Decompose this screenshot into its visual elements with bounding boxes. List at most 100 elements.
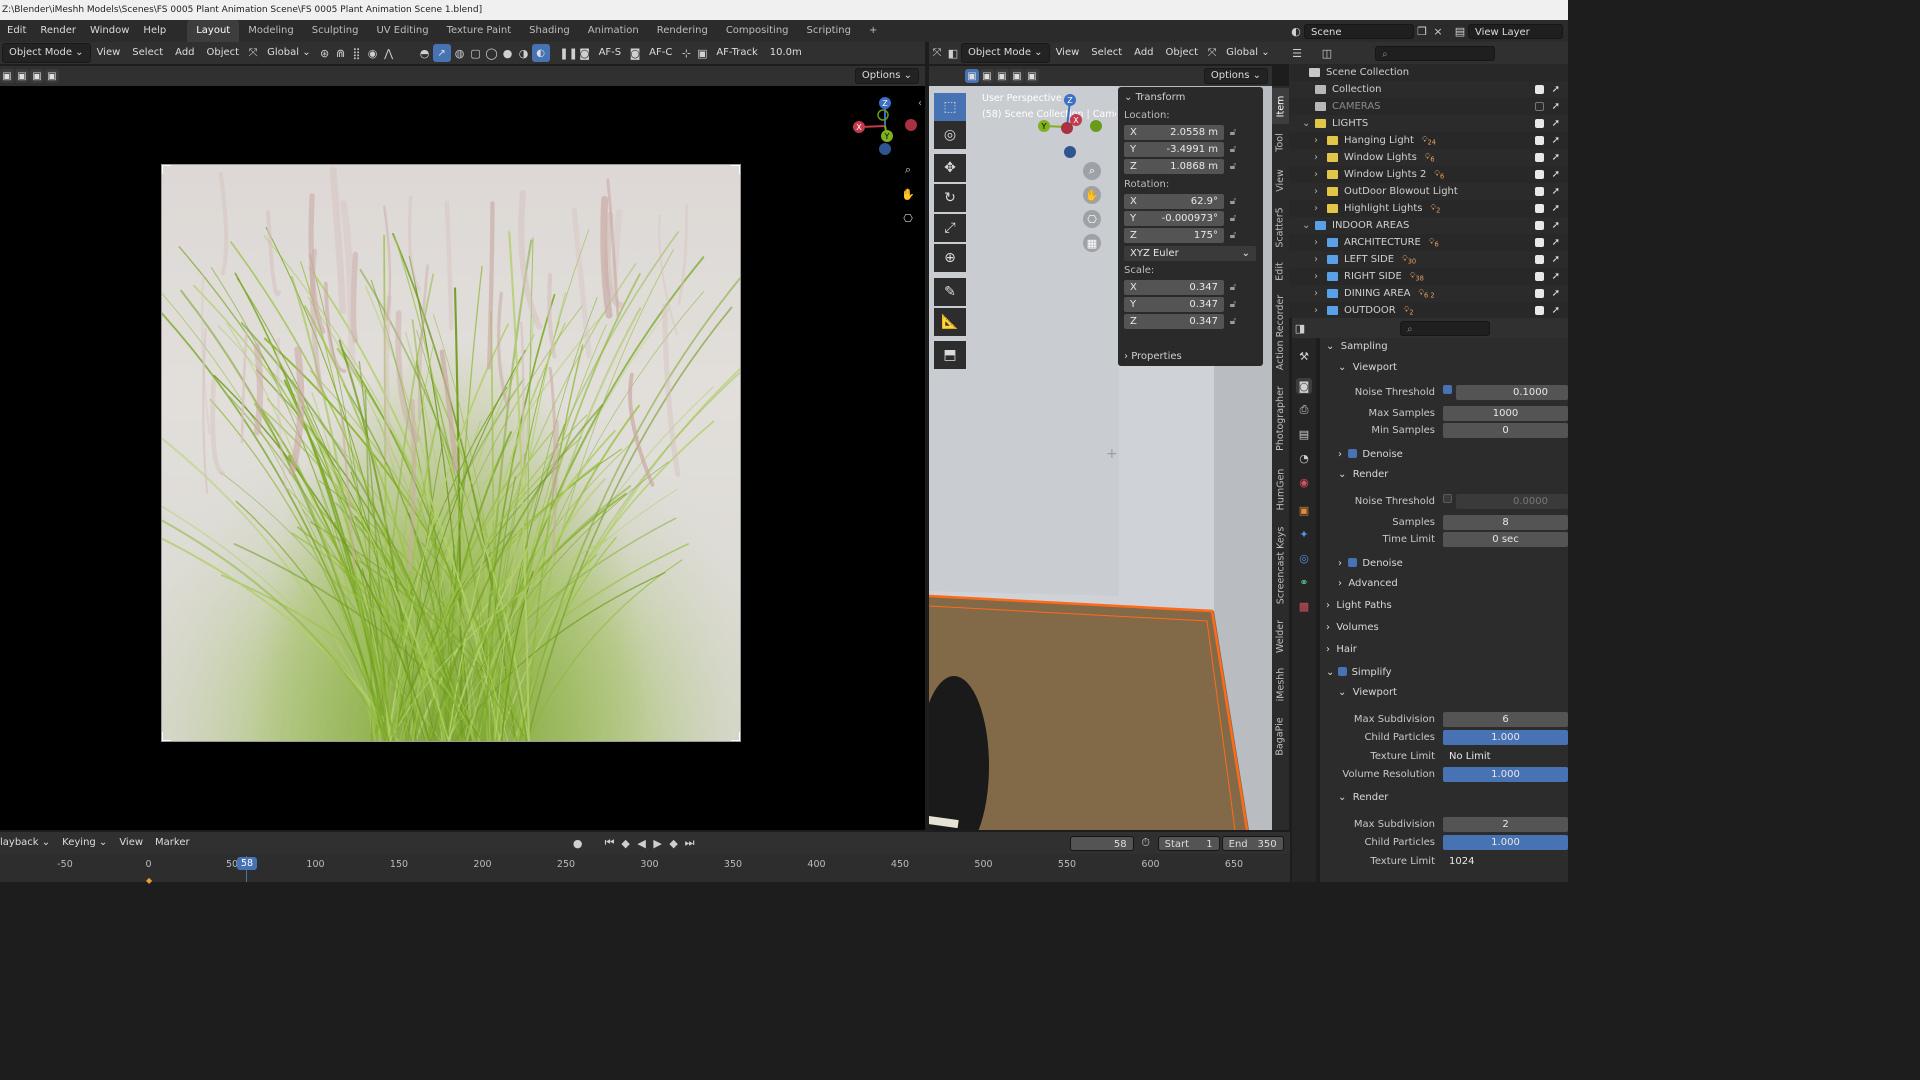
selectable-arrow-icon[interactable]: ➚ (1552, 288, 1560, 299)
right-select-subtract-icon[interactable]: ▣ (995, 69, 1009, 83)
exclude-checkbox[interactable] (1535, 204, 1544, 213)
render-texture-limit-dropdown[interactable]: 1024 (1443, 853, 1568, 869)
record-icon[interactable]: ● (570, 835, 586, 851)
scene-tab-icon[interactable]: ◔ (1296, 450, 1312, 466)
playback-menu[interactable]: layback ⌄ (0, 834, 56, 852)
disclosure-arrow-icon[interactable]: › (1314, 135, 1318, 146)
pivot-icon[interactable]: ⊛ (317, 45, 333, 61)
exclude-checkbox[interactable] (1535, 272, 1544, 281)
rotation-x-field[interactable]: X 62.9° (1124, 194, 1224, 209)
exclude-checkbox[interactable] (1535, 238, 1544, 247)
selectable-arrow-icon[interactable]: ➚ (1552, 271, 1560, 282)
snap-icon[interactable]: ⋒ (333, 45, 349, 61)
sidebar-tab-tool[interactable]: Tool (1272, 126, 1289, 158)
exclude-checkbox[interactable] (1535, 119, 1544, 128)
location-z-field[interactable]: Z 1.0868 m (1124, 159, 1224, 174)
selectable-arrow-icon[interactable]: ➚ (1552, 135, 1560, 146)
tab-modeling[interactable]: Modeling (239, 20, 303, 42)
exclude-checkbox[interactable] (1535, 289, 1544, 298)
outliner-row[interactable]: › ARCHITECTURE 💡︎6 ➚ (1289, 234, 1568, 251)
view-layer-tab-icon[interactable]: ▤ (1296, 426, 1312, 442)
right-camera-view-icon[interactable]: ⎔ (1083, 210, 1101, 228)
viewport-child-particles-field[interactable]: 1.000 (1443, 729, 1568, 745)
tab-animation[interactable]: Animation (579, 20, 648, 42)
prev-keyframe-icon[interactable]: ◆ (618, 835, 634, 851)
selectable-arrow-icon[interactable]: ➚ (1552, 254, 1560, 265)
disclosure-arrow-icon[interactable]: › (1314, 271, 1318, 282)
select-extend-icon[interactable]: ▣ (15, 69, 29, 83)
exclude-checkbox[interactable] (1535, 102, 1544, 111)
scene-selector[interactable]: ◐ Scene ❐ × (1288, 22, 1446, 40)
af-s-button[interactable]: AF-S (593, 44, 628, 62)
location-y-field[interactable]: Y -3.4991 m (1124, 142, 1224, 157)
tab-texture-paint[interactable]: Texture Paint (438, 20, 521, 42)
timeline-view-menu[interactable]: View (113, 834, 149, 852)
right-select-new-icon[interactable]: ▣ (965, 69, 979, 83)
texture-tab-icon[interactable]: ▩ (1296, 598, 1312, 614)
render-tab-icon[interactable]: ◙ (1296, 378, 1312, 394)
exclude-checkbox[interactable] (1535, 306, 1544, 315)
disclosure-arrow-icon[interactable]: › (1314, 237, 1318, 248)
world-tab-icon[interactable]: ◉ (1296, 474, 1312, 490)
menu-help[interactable]: Help (136, 20, 173, 42)
scene-collection-row[interactable]: Scene Collection (1289, 64, 1588, 81)
left-options-dropdown[interactable]: Options ⌄ (854, 68, 919, 84)
play-reverse-icon[interactable]: ◀ (634, 835, 650, 851)
right-select-extend-icon[interactable]: ▣ (980, 69, 994, 83)
outliner-row[interactable]: › Window Lights 💡︎6 ➚ (1289, 149, 1568, 166)
rotate-tool-icon[interactable]: ↻ (934, 184, 966, 212)
properties-editor-icon[interactable]: ◨ (1292, 320, 1308, 336)
transform-header[interactable]: ⌄ Transform (1118, 87, 1263, 107)
timeline[interactable]: layback ⌄ Keying ⌄ View Marker ● ⏮ ◆ ◀ ▶… (0, 832, 1290, 885)
selectable-arrow-icon[interactable]: ➚ (1552, 152, 1560, 163)
close-icon[interactable]: × (1430, 23, 1446, 39)
hair-panel-header[interactable]: › Hair (1326, 644, 1357, 655)
right-menu-object[interactable]: Object (1160, 44, 1205, 62)
simplify-checkbox[interactable] (1337, 667, 1347, 676)
material-shading-icon[interactable]: ◑ (516, 45, 532, 61)
right-pan-hand-icon[interactable]: ✋ (1083, 186, 1101, 204)
exclude-checkbox[interactable] (1535, 153, 1544, 162)
tab-compositing[interactable]: Compositing (717, 20, 798, 42)
volumes-panel-header[interactable]: › Volumes (1326, 622, 1379, 633)
selectable-arrow-icon[interactable]: ➚ (1552, 305, 1560, 316)
lock-icon[interactable]: 🔓︎ (1224, 127, 1242, 138)
solid-shading-icon[interactable]: ● (500, 45, 516, 61)
current-frame-indicator[interactable]: 58 (237, 857, 257, 870)
advanced-subpanel-header[interactable]: › Advanced (1338, 578, 1398, 589)
tab-rendering[interactable]: Rendering (648, 20, 717, 42)
outliner-editor-icon[interactable]: ☰ (1289, 45, 1305, 61)
visibility-icon[interactable]: ◓ (417, 45, 433, 61)
object-mode-dropdown[interactable]: Object Mode ⌄ (2, 43, 91, 63)
view-layer-selector[interactable]: ▤ View Layer (1452, 22, 1563, 40)
focus-distance[interactable]: 10.0m (764, 44, 808, 62)
rendered-shading-icon[interactable]: ◐ (531, 44, 550, 62)
falloff-icon[interactable]: ⋀ (381, 45, 397, 61)
move-tool-icon[interactable]: ✥ (934, 154, 966, 182)
disclosure-arrow-icon[interactable]: › (1314, 305, 1318, 316)
exclude-checkbox[interactable] (1535, 255, 1544, 264)
render-subpanel-header[interactable]: ⌄ Render (1338, 469, 1388, 480)
properties-subpanel-header[interactable]: › Properties (1118, 346, 1263, 366)
sidebar-tab-imeshh[interactable]: iMeshh (1272, 662, 1289, 706)
start-frame-field[interactable]: Start 1 (1157, 835, 1220, 851)
exclude-checkbox[interactable] (1535, 85, 1544, 94)
tool-tab-icon[interactable]: ⚒ (1296, 348, 1312, 364)
outliner-row[interactable]: › DINING AREA 💡︎6 2 ➚ (1289, 285, 1568, 302)
selectable-arrow-icon[interactable]: ➚ (1552, 101, 1560, 112)
play-icon[interactable]: ▶ (650, 835, 666, 851)
sidebar-tab-scatter5[interactable]: Scatter5 (1272, 202, 1289, 252)
outliner-row[interactable]: › LEFT SIDE 💡︎30 ➚ (1289, 251, 1568, 268)
snap-grid-icon[interactable]: ⣿ (349, 45, 365, 61)
render-noise-threshold-field[interactable]: 0.0000 (1456, 493, 1568, 509)
wireframe-shading-icon[interactable]: ◯ (484, 45, 500, 61)
volume-resolution-field[interactable]: 1.000 (1443, 766, 1568, 782)
selectable-arrow-icon[interactable]: ➚ (1552, 220, 1560, 231)
orientation-dropdown[interactable]: Global ⌄ (261, 44, 316, 62)
menu-select[interactable]: Select (126, 44, 169, 62)
disclosure-arrow-icon[interactable]: › (1314, 203, 1318, 214)
menu-object[interactable]: Object (201, 44, 246, 62)
selectable-arrow-icon[interactable]: ➚ (1552, 186, 1560, 197)
tab-scripting[interactable]: Scripting (798, 20, 860, 42)
outliner-row[interactable]: › OutDoor Blowout Light ➚ (1289, 183, 1568, 200)
